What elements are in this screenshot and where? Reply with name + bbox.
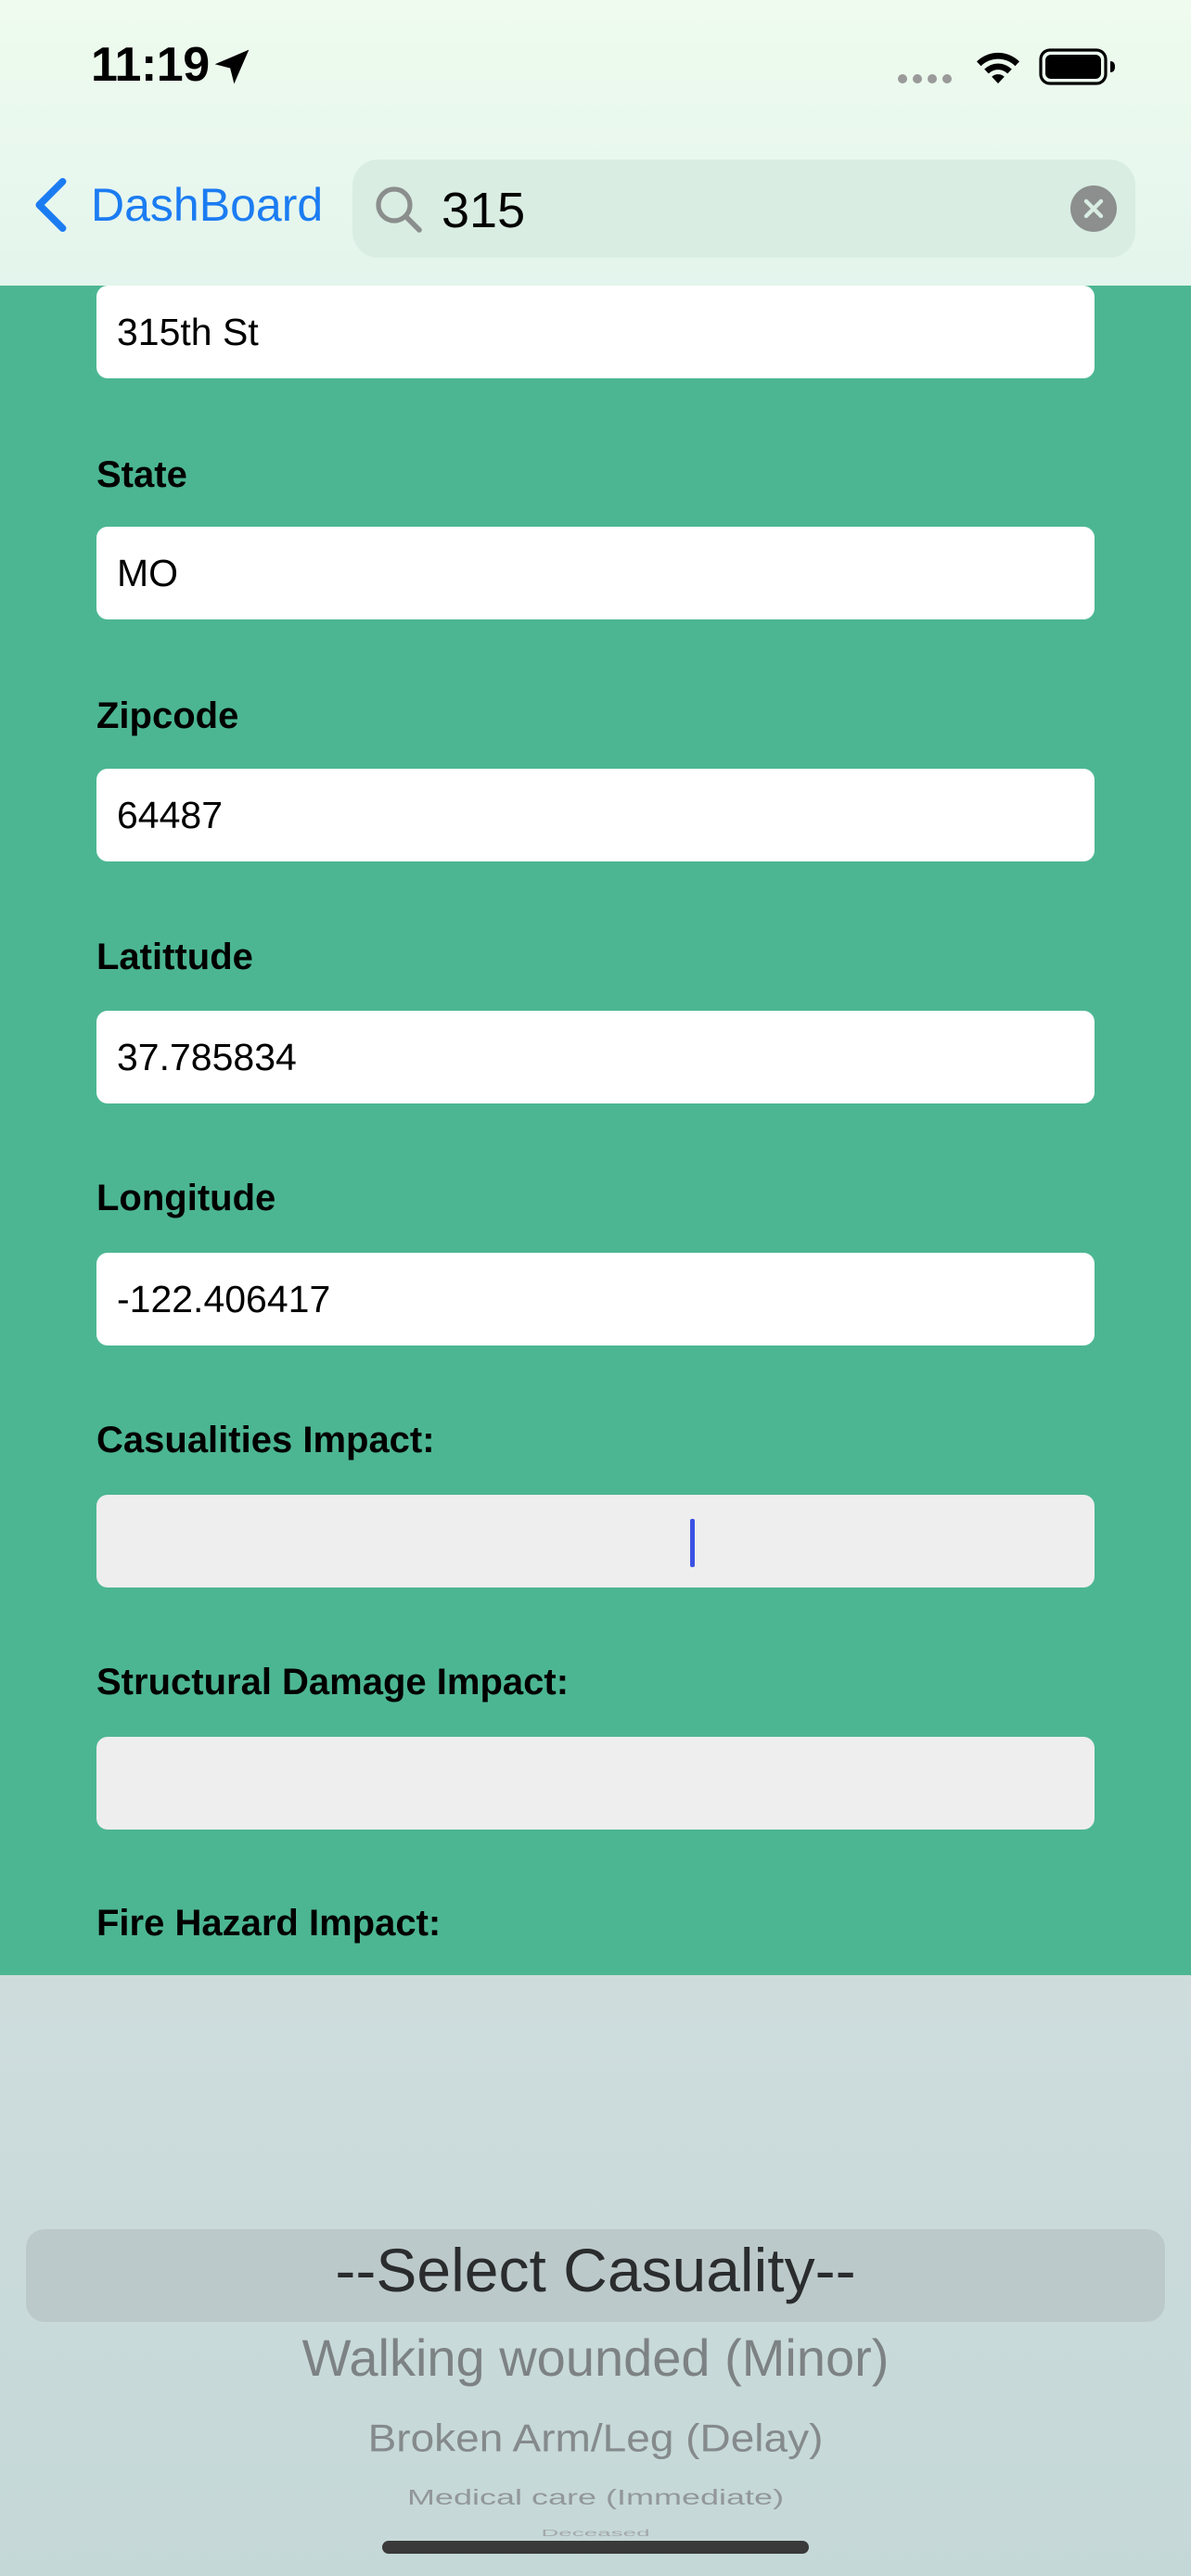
casuality-picker-wheel[interactable]: --Select Casuality-- Walking wounded (Mi… (0, 1975, 1191, 2576)
search-icon (376, 186, 422, 233)
structural-damage-label: Structural Damage Impact: (96, 1662, 570, 1702)
zipcode-field[interactable]: 64487 (96, 769, 1095, 861)
state-value: MO (117, 552, 179, 594)
status-time: 11:19 (91, 38, 210, 92)
report-form: 315th St State MO Zipcode 64487 Latittud… (0, 0, 1191, 1975)
location-arrow-icon (214, 49, 250, 84)
state-label: State (96, 454, 187, 495)
search-bar[interactable]: 315 (352, 159, 1135, 258)
structural-damage-picker-field[interactable] (96, 1737, 1095, 1830)
picker-option[interactable]: Medical care (Immediate) (0, 2484, 1191, 2509)
picker-option[interactable]: --Select Casuality-- (0, 2235, 1191, 2305)
longitude-label: Longitude (96, 1178, 276, 1218)
picker-option[interactable]: Walking wounded (Minor) (0, 2327, 1191, 2388)
longitude-field[interactable]: -122.406417 (96, 1253, 1095, 1345)
wifi-icon (977, 52, 1019, 83)
back-button[interactable]: DashBoard (32, 176, 323, 234)
clear-search-button[interactable] (1070, 185, 1117, 232)
picker-option[interactable]: Broken Arm/Leg (Delay) (0, 2416, 1191, 2461)
zipcode-value: 64487 (117, 794, 224, 836)
fire-hazard-label: Fire Hazard Impact: (96, 1903, 442, 1944)
top-bar: 11:19 DashBoard 315 (0, 0, 1191, 286)
picker-option[interactable]: Deceased (0, 2527, 1191, 2538)
latitude-field[interactable]: 37.785834 (96, 1011, 1095, 1103)
battery-icon (1039, 48, 1115, 85)
text-cursor (690, 1519, 695, 1567)
latitude-label: Latittude (96, 937, 253, 977)
street-value: 315th St (117, 311, 259, 353)
casualities-label: Casualities Impact: (96, 1420, 435, 1460)
cellular-signal-icon (898, 74, 952, 83)
zipcode-label: Zipcode (96, 695, 239, 736)
state-field[interactable]: MO (96, 527, 1095, 619)
chevron-left-icon (35, 177, 67, 233)
street-field[interactable]: 315th St (96, 286, 1095, 378)
home-indicator (382, 2541, 809, 2554)
close-icon (1083, 198, 1104, 219)
casualities-picker-field[interactable] (96, 1495, 1095, 1588)
back-button-label: DashBoard (91, 179, 324, 231)
latitude-value: 37.785834 (117, 1036, 297, 1078)
search-input[interactable]: 315 (442, 182, 525, 239)
longitude-value: -122.406417 (117, 1278, 331, 1320)
